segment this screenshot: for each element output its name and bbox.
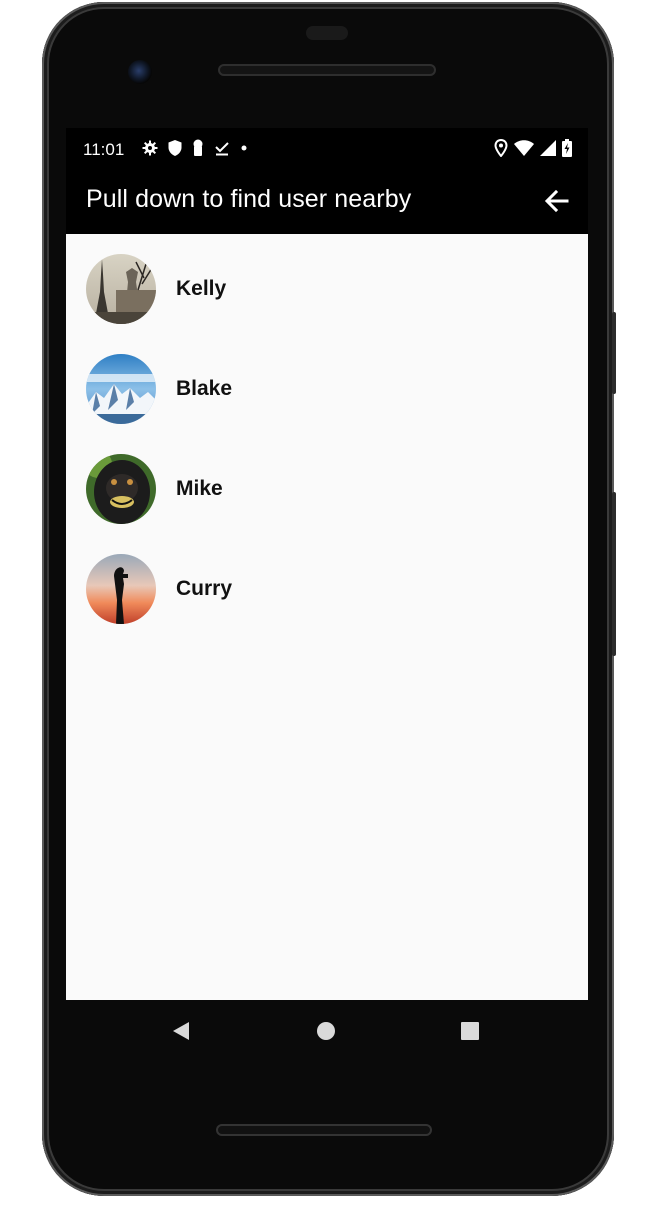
bottom-speaker xyxy=(216,1124,432,1136)
list-item[interactable]: Curry xyxy=(66,534,588,634)
gear-icon xyxy=(142,140,158,156)
list-item[interactable]: Mike xyxy=(66,434,588,534)
arrow-left-icon xyxy=(544,189,569,213)
list-item[interactable]: Kelly xyxy=(66,234,588,334)
download-done-icon xyxy=(215,142,229,156)
eiffel-tower-photo-icon xyxy=(86,254,156,324)
page-title: Pull down to find user nearby xyxy=(86,185,412,213)
circle-home-icon xyxy=(317,1022,335,1040)
wifi-icon xyxy=(514,140,534,156)
avatar xyxy=(86,254,156,324)
list-item[interactable]: Blake xyxy=(66,334,588,434)
signal-icon xyxy=(540,140,556,156)
keyhole-icon xyxy=(193,139,203,156)
status-time: 11:01 xyxy=(83,140,125,159)
status-right-icons xyxy=(494,139,572,157)
triangle-back-icon xyxy=(173,1022,189,1040)
user-name: Curry xyxy=(176,577,233,600)
volume-rocker xyxy=(612,492,616,656)
monkey-photo-icon xyxy=(86,454,156,524)
nav-home-button[interactable] xyxy=(311,1016,341,1046)
avatar xyxy=(86,554,156,624)
front-camera xyxy=(128,60,152,84)
earpiece xyxy=(306,26,348,40)
snowy-mountains-photo-icon xyxy=(86,354,156,424)
user-name: Kelly xyxy=(176,277,227,300)
navigation-bar xyxy=(66,1000,588,1062)
user-list[interactable]: Kelly Blake Mike Curry xyxy=(66,234,588,1000)
power-button xyxy=(612,312,616,394)
photographer-silhouette-photo-icon xyxy=(86,554,156,624)
nav-back-button[interactable] xyxy=(166,1016,196,1046)
shield-icon xyxy=(168,140,182,156)
nav-recents-button[interactable] xyxy=(455,1016,485,1046)
dot-icon xyxy=(241,145,247,151)
battery-charging-icon xyxy=(562,139,572,157)
location-icon xyxy=(494,139,508,157)
back-button[interactable] xyxy=(540,184,574,218)
screen: 11:01 Pull down to find user nearby Kell… xyxy=(66,128,588,1000)
app-bar: Pull down to find user nearby xyxy=(66,172,588,234)
avatar xyxy=(86,454,156,524)
status-left-icons xyxy=(142,139,248,157)
avatar xyxy=(86,354,156,424)
user-name: Blake xyxy=(176,377,233,400)
top-speaker xyxy=(218,64,436,76)
square-recents-icon xyxy=(461,1022,479,1040)
user-name: Mike xyxy=(176,477,223,500)
status-bar: 11:01 xyxy=(66,128,588,172)
